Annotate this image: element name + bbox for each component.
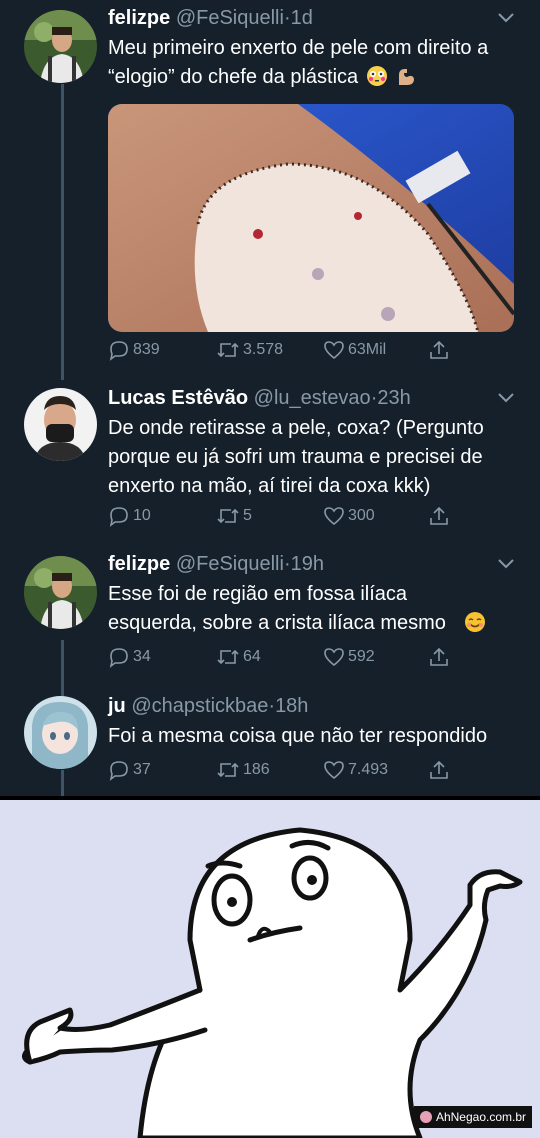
retweet-count: 64: [243, 648, 261, 665]
tweet-header: ju @chapstickbae·18h: [108, 694, 500, 718]
tweet-actions: 10 5 300: [108, 504, 468, 528]
reply-button[interactable]: 37: [108, 758, 151, 782]
smiling-face-emoji: [464, 612, 485, 632]
tweet-text-line: Esse foi de região em fossa ilíaca: [108, 583, 408, 605]
timestamp[interactable]: 23h: [377, 387, 410, 409]
like-button[interactable]: 300: [323, 504, 375, 528]
reply-count: 37: [133, 761, 151, 778]
flushed-face-emoji: [366, 66, 387, 86]
watermark-text: AhNegao.com.br: [435, 1110, 526, 1124]
reply-button[interactable]: 34: [108, 645, 151, 669]
pig-logo-icon: [419, 1111, 432, 1123]
tweet-media-image[interactable]: [108, 104, 514, 332]
like-count: 592: [348, 648, 375, 665]
like-button[interactable]: 592: [323, 645, 375, 669]
shrugging-rage-face-illustration: [22, 827, 523, 1138]
reply-count: 839: [133, 341, 160, 358]
reply-icon: [109, 648, 128, 668]
reply-button[interactable]: 839: [108, 338, 160, 362]
reply-count: 34: [133, 648, 151, 665]
tweet[interactable]: felizpe @FeSiquelli·1d Meu primeiro enxe…: [0, 6, 540, 366]
reply-button[interactable]: 10: [108, 504, 151, 528]
like-button[interactable]: 7.493: [323, 758, 388, 782]
reply-count: 10: [133, 507, 151, 524]
tweet-text: Foi a mesma coisa que não ter respondido: [108, 722, 520, 751]
tweet-text-line: enxerto na mão, aí tirei da coxa kkk): [108, 475, 431, 497]
retweet-count: 186: [243, 761, 270, 778]
avatar[interactable]: [24, 696, 97, 769]
tweet-text: Esse foi de região em fossa ilíaca esque…: [108, 580, 520, 638]
tweet-text-line: Foi a mesma coisa que não ter respondido: [108, 725, 488, 747]
retweet-button[interactable]: 64: [216, 645, 261, 669]
tweet-actions: 839 3.578 63Mil: [108, 338, 468, 362]
heart-icon: [324, 341, 344, 360]
username[interactable]: @FeSiquelli: [176, 7, 284, 29]
retweet-button[interactable]: 186: [216, 758, 270, 782]
tweet-header: Lucas Estêvão @lu_estevao·23h: [108, 386, 500, 410]
separator-dot: ·: [283, 553, 291, 575]
username[interactable]: @chapstickbae: [131, 695, 268, 717]
username[interactable]: @lu_estevao: [254, 387, 371, 409]
tweet-actions: 37 186 7.493: [108, 758, 468, 782]
tweet-text-line: porque eu já sofri um trauma e precisei …: [108, 446, 483, 468]
like-count: 7.493: [348, 761, 389, 778]
avatar[interactable]: [24, 556, 97, 629]
timestamp[interactable]: 19h: [291, 553, 324, 575]
retweet-count: 5: [243, 507, 252, 524]
timestamp[interactable]: 18h: [275, 695, 308, 717]
share-button[interactable]: [428, 645, 453, 669]
flexed-biceps-emoji: [399, 69, 415, 85]
heart-icon: [324, 648, 344, 667]
tweet-text-line: Meu primeiro enxerto de pele com direito…: [108, 37, 489, 59]
retweet-button[interactable]: 5: [216, 504, 252, 528]
shrug-meme-image: AhNegao.com.br: [0, 800, 540, 1138]
tweet-header: felizpe @FeSiquelli·1d: [108, 6, 500, 30]
retweet-icon: [217, 342, 239, 358]
heart-icon: [324, 507, 344, 526]
display-name[interactable]: felizpe: [108, 7, 170, 29]
timestamp[interactable]: 1d: [291, 7, 313, 29]
chevron-down-icon[interactable]: [498, 556, 514, 574]
site-watermark: AhNegao.com.br: [413, 1106, 532, 1128]
retweet-count: 3.578: [243, 341, 284, 358]
tweet-header: felizpe @FeSiquelli·19h: [108, 552, 500, 576]
tweet-text-line: “elogio” do chefe da plástica: [108, 63, 520, 92]
share-button[interactable]: [428, 338, 453, 362]
share-button[interactable]: [428, 758, 453, 782]
avatar[interactable]: [24, 10, 97, 83]
retweet-icon: [217, 762, 239, 778]
tweet[interactable]: felizpe @FeSiquelli·19h Esse foi de regi…: [0, 552, 540, 672]
reply-icon: [109, 341, 128, 361]
like-count: 300: [348, 507, 375, 524]
display-name[interactable]: felizpe: [108, 553, 170, 575]
share-icon: [430, 506, 448, 525]
like-count: 63Mil: [348, 341, 387, 358]
display-name[interactable]: Lucas Estêvão: [108, 387, 248, 409]
retweet-icon: [217, 508, 239, 524]
display-name[interactable]: ju: [108, 695, 126, 717]
avatar[interactable]: [24, 388, 97, 461]
reply-icon: [109, 761, 128, 781]
separator-dot: ·: [283, 7, 291, 29]
twitter-thread-screenshot: felizpe @FeSiquelli·1d Meu primeiro enxe…: [0, 0, 540, 796]
retweet-icon: [217, 649, 239, 665]
share-icon: [430, 647, 448, 666]
chevron-down-icon[interactable]: [498, 390, 514, 408]
tweet-text: De onde retirasse a pele, coxa? (Pergunt…: [108, 414, 520, 501]
tweet-text: Meu primeiro enxerto de pele com direito…: [108, 34, 520, 92]
chevron-down-icon[interactable]: [498, 10, 514, 28]
reply-icon: [109, 507, 128, 527]
tweet-actions: 34 64 592: [108, 645, 468, 669]
username[interactable]: @FeSiquelli: [176, 553, 284, 575]
share-icon: [430, 760, 448, 779]
heart-icon: [324, 761, 344, 780]
share-button[interactable]: [428, 504, 453, 528]
tweet[interactable]: ju @chapstickbae·18h Foi a mesma coisa q…: [0, 694, 540, 790]
tweet[interactable]: Lucas Estêvão @lu_estevao·23h De onde re…: [0, 386, 540, 536]
like-button[interactable]: 63Mil: [323, 338, 386, 362]
retweet-button[interactable]: 3.578: [216, 338, 283, 362]
share-icon: [430, 340, 448, 359]
tweet-text-line: esquerda, sobre a crista ilíaca mesmo: [108, 609, 520, 638]
tweet-text-line: De onde retirasse a pele, coxa? (Pergunt…: [108, 417, 484, 439]
